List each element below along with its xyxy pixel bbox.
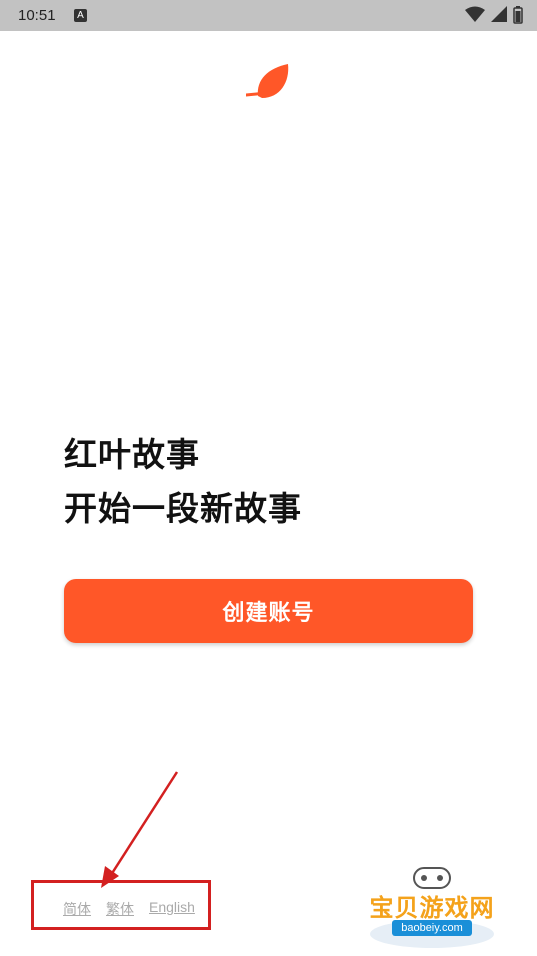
- signal-icon: [491, 6, 507, 22]
- notification-badge: A: [74, 9, 87, 22]
- battery-icon: [513, 6, 523, 24]
- headline-subtitle: 开始一段新故事: [64, 489, 302, 528]
- create-account-button[interactable]: 创建账号: [64, 579, 473, 643]
- watermark-text: 宝贝游戏网: [369, 894, 495, 922]
- headline-title: 红叶故事: [64, 435, 200, 474]
- watermark-logo: 宝贝游戏网 baobeiy.com: [362, 862, 502, 950]
- status-bar: 10:51 A: [0, 0, 537, 31]
- system-icons: [465, 6, 523, 24]
- leaf-icon: [246, 64, 289, 98]
- annotation-arrow: [101, 771, 179, 888]
- status-time: 10:51: [18, 7, 56, 24]
- wifi-icon: [465, 6, 485, 22]
- watermark-url: baobeiy.com: [392, 920, 472, 936]
- annotation-highlight-box: [31, 880, 211, 930]
- headline: 红叶故事 开始一段新故事: [64, 428, 302, 536]
